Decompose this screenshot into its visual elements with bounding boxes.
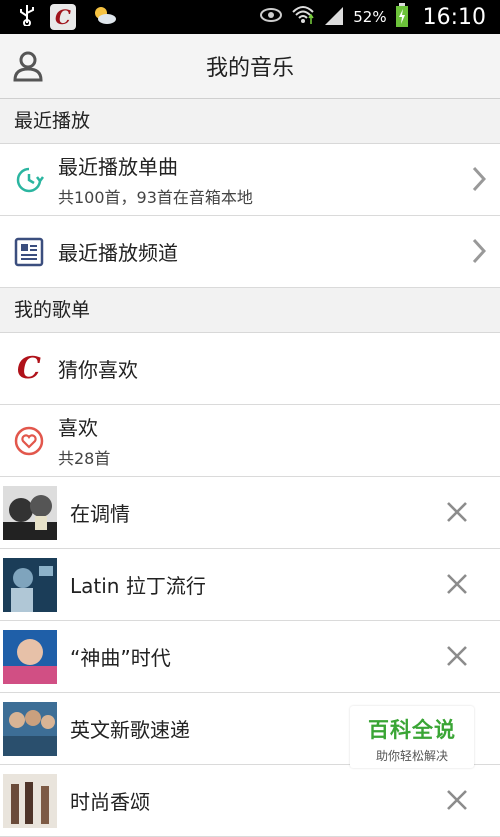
- battery-icon: [395, 3, 409, 31]
- signal-icon: [323, 5, 345, 29]
- playlist-item[interactable]: 在调情: [0, 477, 500, 549]
- playlist-item[interactable]: Latin 拉丁流行: [0, 549, 500, 621]
- guess-you-like-item[interactable]: C 猜你喜欢: [0, 333, 500, 405]
- watermark-title: 百科全说: [368, 718, 456, 742]
- heart-icon: [0, 426, 58, 456]
- clock: 16:10: [422, 4, 486, 30]
- playlist-title: 在调情: [70, 502, 130, 526]
- app-header: 我的音乐: [0, 34, 500, 99]
- playlist-title: “神曲”时代: [70, 646, 171, 670]
- playlist-cover-image: [3, 629, 57, 684]
- recent-songs-title: 最近播放单曲: [58, 155, 178, 179]
- remove-icon[interactable]: [446, 501, 468, 527]
- liked-songs-item[interactable]: 喜欢 共28首: [0, 405, 500, 477]
- chevron-right-icon: [472, 238, 487, 268]
- recent-songs-item[interactable]: 最近播放单曲 共100首，93首在音箱本地: [0, 144, 500, 216]
- playlist-cover-image: [3, 557, 57, 612]
- playlist-item[interactable]: 时尚香颂: [0, 765, 500, 837]
- remove-icon[interactable]: [446, 573, 468, 599]
- playlist-title: Latin 拉丁流行: [70, 574, 206, 598]
- remove-icon[interactable]: [446, 645, 468, 671]
- liked-songs-count: 共28首: [58, 449, 111, 468]
- brand-logo-icon: C: [17, 351, 41, 386]
- status-bar: C 52% 16:10: [0, 0, 500, 34]
- page-title: 我的音乐: [205, 56, 294, 81]
- channel-list-icon: [0, 237, 58, 267]
- watermark-badge: 百科全说 助你轻松解决: [350, 706, 474, 768]
- watermark-subtitle: 助你轻松解决: [375, 749, 448, 763]
- eye-icon: [259, 7, 283, 27]
- playlist-cover-image: [3, 485, 57, 540]
- playlist-cover-image: [3, 773, 57, 828]
- profile-icon[interactable]: [12, 50, 44, 82]
- weather-icon: [90, 4, 118, 30]
- recent-songs-subtitle: 共100首，93首在音箱本地: [58, 188, 253, 207]
- playlist-cover-image: [3, 701, 57, 756]
- remove-icon[interactable]: [446, 789, 468, 815]
- recent-channels-title: 最近播放频道: [58, 241, 178, 265]
- app-notification-icon: C: [50, 4, 76, 30]
- liked-songs-title: 喜欢: [58, 416, 98, 440]
- chevron-right-icon: [472, 166, 487, 196]
- guess-you-like-title: 猜你喜欢: [58, 358, 138, 382]
- battery-percent: 52%: [353, 8, 387, 26]
- section-recent: 最近播放: [0, 99, 500, 144]
- playlist-item[interactable]: “神曲”时代: [0, 621, 500, 693]
- usb-icon: [18, 4, 36, 30]
- clock-icon: [0, 165, 58, 195]
- section-playlists: 我的歌单: [0, 288, 500, 333]
- wifi-icon: [291, 4, 315, 30]
- recent-channels-item[interactable]: 最近播放频道: [0, 216, 500, 288]
- playlist-title: 时尚香颂: [70, 790, 150, 814]
